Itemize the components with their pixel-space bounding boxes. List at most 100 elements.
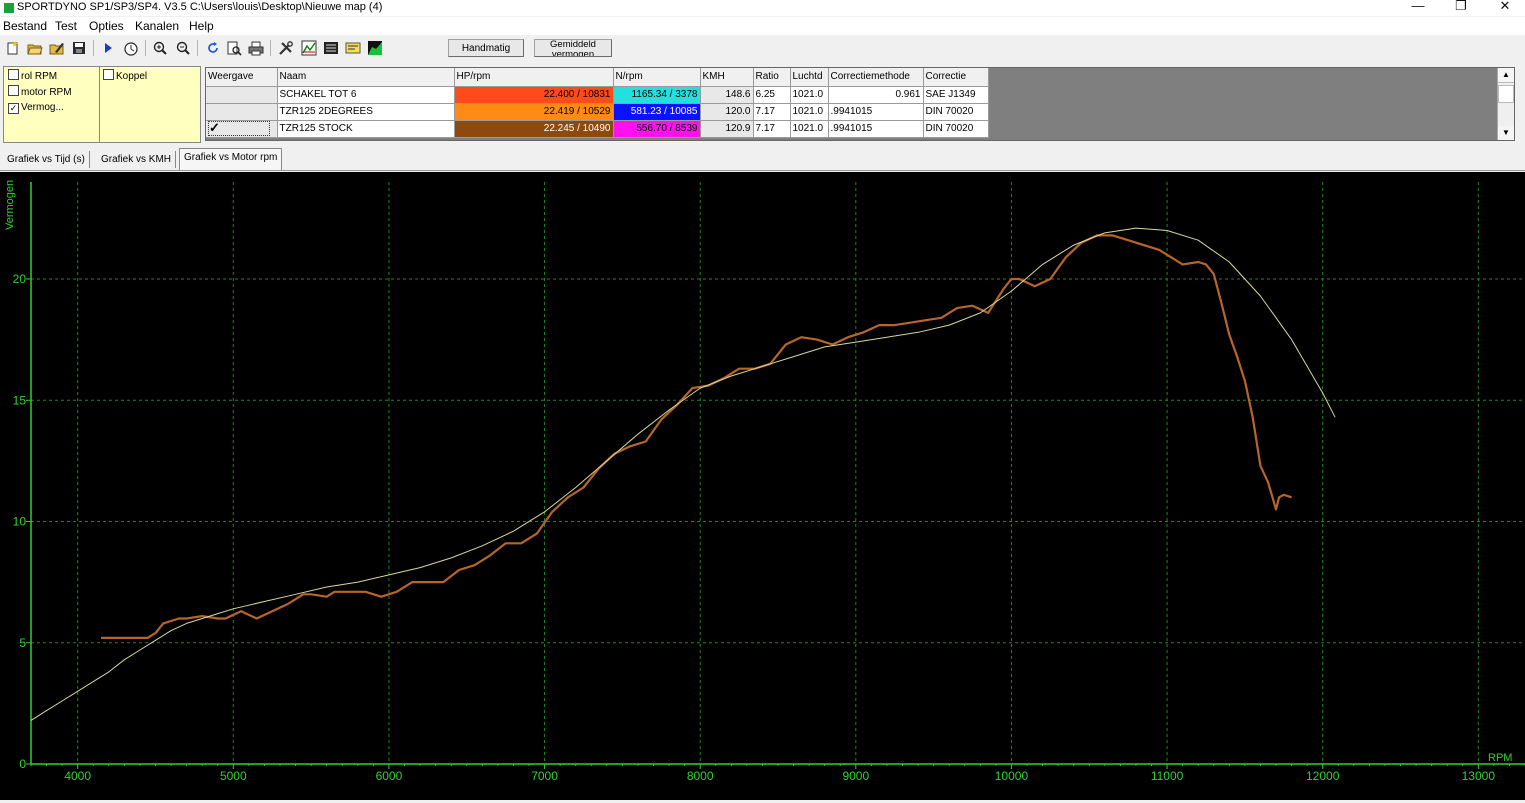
zoom-out-icon[interactable] [175,40,191,56]
chart-area-icon[interactable] [367,40,383,56]
power-chart[interactable]: 4000 5000 6000 7000 8000 9000 10000 11000 12000 1… [0,172,1525,800]
y-tick-label: 5 [19,636,26,650]
list-icon[interactable] [323,40,339,56]
tab-grafiek-vs-motor-rpm[interactable]: Grafiek vs Motor rpm [179,148,283,170]
cell-hp-rpm: 22.400 / 10831 [454,86,614,104]
table-row[interactable]: SCHAKEL TOT 6 22.400 / 10831 1165.34 / 3… [206,86,989,104]
app-logo-icon [4,3,14,13]
stopwatch-icon[interactable] [123,40,139,56]
menu-opties[interactable]: Opties [89,19,124,33]
open-folder-icon[interactable] [27,40,43,56]
save-icon[interactable] [71,40,87,56]
col-header-naam[interactable]: Naam [277,68,455,87]
visibility-cell[interactable] [206,103,278,121]
cell-n-rpm: 1165.34 / 3378 [613,86,701,104]
visibility-cell[interactable]: ✓ [206,120,278,138]
col-header-n-rpm[interactable]: N/rpm [613,68,701,87]
close-button[interactable]: ✕ [1485,0,1525,16]
handmatig-button[interactable]: Handmatig [448,39,524,57]
cell-ratio: 7.17 [753,103,791,121]
menu-kanalen[interactable]: Kanalen [135,19,179,33]
scroll-thumb[interactable] [1498,85,1514,103]
print-icon[interactable] [248,40,264,56]
channel-label: Koppel [116,71,148,82]
print-preview-icon[interactable] [226,40,242,56]
col-header-hp-rpm[interactable]: HP/rpm [454,68,614,87]
col-header-luchtd[interactable]: Luchtd [790,68,829,87]
channel-vermogen[interactable]: ✓ Vermog... [8,101,99,115]
cell-correctiemethode: 0.961 [828,86,924,104]
menu-test[interactable]: Test [55,19,77,33]
col-header-kmh[interactable]: KMH [700,68,754,87]
x-tick-label: 13000 [1462,769,1496,783]
visible-check-icon[interactable]: ✓ [208,121,270,136]
table-row[interactable]: TZR125 2DEGREES 22.419 / 10529 581.23 / … [206,103,989,121]
col-header-correctiemethode[interactable]: Correctiemethode [828,68,924,87]
zoom-in-icon[interactable] [152,40,168,56]
checkbox[interactable] [103,69,114,80]
minimize-button[interactable]: — [1398,0,1438,16]
graph-icon[interactable] [301,40,317,56]
col-header-correctie[interactable]: Correctie [923,68,989,87]
graph-tabs: Grafiek vs Tijd (s) Grafiek vs KMH Grafi… [0,148,1525,171]
y-tick-label: 0 [19,757,26,771]
channel-motor-rpm[interactable]: motor RPM [8,85,99,99]
channel-column-1: rol RPM motor RPM ✓ Vermog... [4,67,100,142]
cell-ratio: 7.17 [753,120,791,138]
channel-rol-rpm[interactable]: rol RPM [8,69,99,83]
refresh-icon[interactable] [205,40,221,56]
x-axis-label: RPM [1488,752,1512,764]
x-tick-label: 8000 [687,769,714,783]
cell-naam: TZR125 STOCK [277,120,455,138]
x-tick-label: 11000 [1151,769,1184,783]
y-tick-label: 20 [13,272,27,286]
cell-kmh: 148.6 [700,86,754,104]
cell-ratio: 6.25 [753,86,791,104]
menu-bar: Bestand Test Opties Kanalen Help [0,17,1525,35]
measured-power-curve [101,234,1292,639]
visibility-cell[interactable] [206,86,278,104]
scroll-down-button[interactable]: ▼ [1498,126,1514,140]
tab-grafiek-vs-kmh[interactable]: Grafiek vs KMH [97,151,177,168]
table-row[interactable]: ✓ TZR125 STOCK 22.245 / 10490 556.70 / 8… [206,120,989,138]
cell-naam: TZR125 2DEGREES [277,103,455,121]
new-file-icon[interactable] [5,40,21,56]
cell-luchtd: 1021.0 [790,86,829,104]
channel-panel: rol RPM motor RPM ✓ Vermog... Koppel [3,66,201,143]
cell-luchtd: 1021.0 [790,120,829,138]
checkbox-checked[interactable]: ✓ [8,103,19,114]
y-tick-label: 10 [13,515,27,529]
checkbox[interactable] [8,85,19,96]
checkbox[interactable] [8,69,19,80]
cell-kmh: 120.0 [700,103,754,121]
runs-grid: Weergave Naam HP/rpm N/rpm KMH Ratio Luc… [205,67,1515,141]
x-tick-label: 4000 [64,769,91,783]
tab-grafiek-vs-tijd[interactable]: Grafiek vs Tijd (s) [3,151,90,168]
channel-koppel[interactable]: Koppel [103,69,147,83]
cell-n-rpm: 556.70 / 8539 [613,120,701,138]
power-chart-svg: 4000 5000 6000 7000 8000 9000 10000 11000 12000 1… [4,180,1525,783]
tools-icon[interactable] [278,40,294,56]
restore-button[interactable]: ❐ [1441,0,1481,16]
col-header-ratio[interactable]: Ratio [753,68,791,87]
edit-folder-icon[interactable] [49,40,65,56]
play-icon[interactable] [100,40,116,56]
notes-icon[interactable] [345,40,361,56]
menu-help[interactable]: Help [189,19,214,33]
channel-label: rol RPM [21,71,58,82]
channel-label: motor RPM [21,87,72,98]
x-tick-label: 7000 [531,769,558,783]
col-header-weergave[interactable]: Weergave [206,68,278,87]
cell-luchtd: 1021.0 [790,103,829,121]
cell-hp-rpm: 22.419 / 10529 [454,103,614,121]
cell-correctiemethode: .9941015 [828,120,924,138]
cell-correctie: SAE J1349 [923,86,989,104]
cell-correctie: DIN 70020 [923,103,989,121]
channel-label: Vermog... [21,102,64,113]
grid-scrollbar[interactable]: ▲ ▼ [1497,68,1514,140]
gemiddeld-vermogen-button[interactable]: Gemiddeld vermogen [534,39,612,57]
menu-bestand[interactable]: Bestand [3,19,47,33]
cell-correctiemethode: .9941015 [828,103,924,121]
cell-n-rpm: 581.23 / 10085 [613,103,701,121]
scroll-up-button[interactable]: ▲ [1498,68,1514,83]
